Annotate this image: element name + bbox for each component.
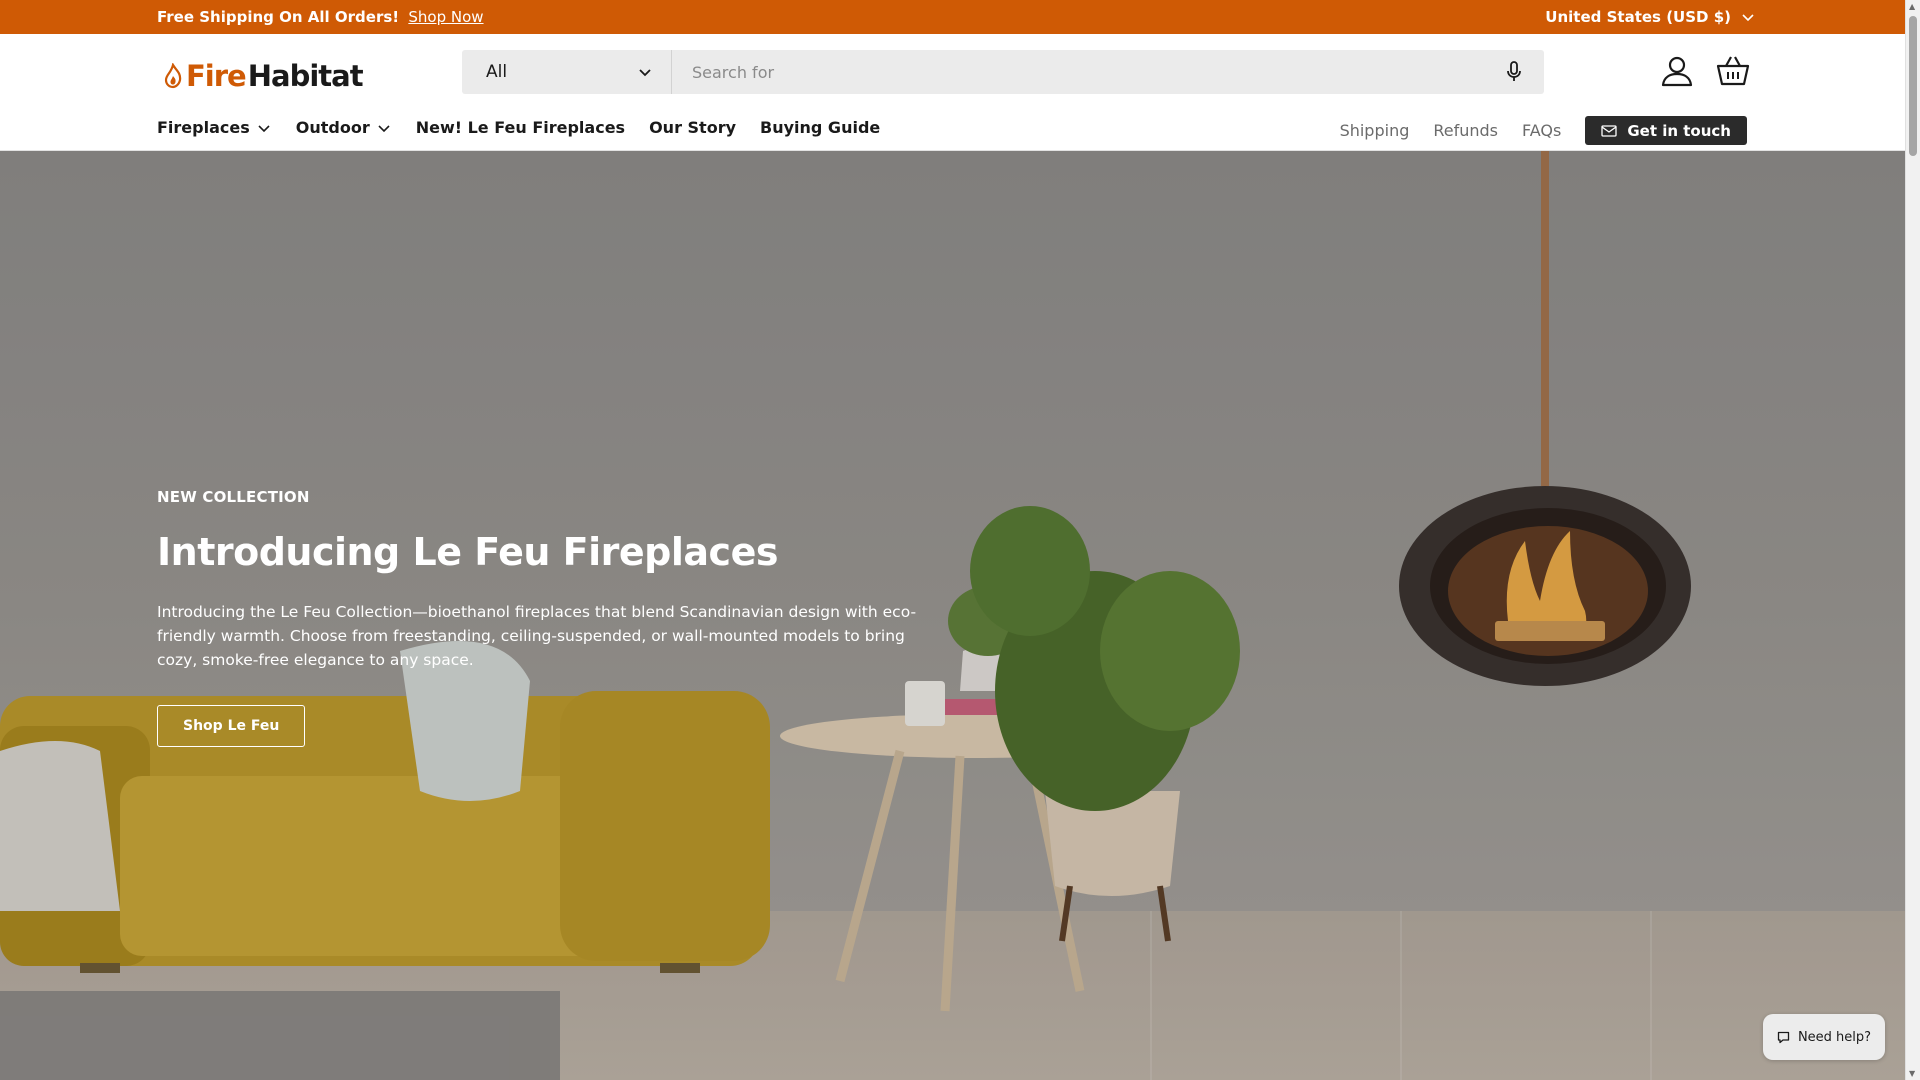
nav-item-label: Fireplaces: [157, 118, 250, 137]
get-in-touch-label: Get in touch: [1627, 121, 1731, 140]
nav-item-fireplaces[interactable]: Fireplaces: [157, 118, 272, 137]
site-logo[interactable]: Fire Habitat: [162, 56, 364, 96]
microphone-icon: [1507, 61, 1521, 81]
refunds-link[interactable]: Refunds: [1433, 121, 1498, 140]
country-selector[interactable]: United States (USD $): [1545, 8, 1755, 26]
shipping-link[interactable]: Shipping: [1340, 121, 1410, 140]
secondary-nav: Shipping Refunds FAQs Get in touch: [1340, 116, 1747, 145]
announcement-message: Free Shipping On All Orders! Shop Now: [157, 8, 484, 26]
site-header: FireHabitat All Fire: [0, 34, 1905, 151]
scroll-down-arrow-icon[interactable]: ▼: [1909, 1069, 1915, 1078]
chat-bubble-icon: [1777, 1031, 1790, 1043]
chevron-down-icon: [639, 69, 651, 77]
search-bar: All: [462, 50, 1544, 94]
announcement-text: Free Shipping On All Orders!: [157, 8, 400, 26]
search-input[interactable]: [672, 50, 1484, 94]
nav-item-le-feu[interactable]: New! Le Feu Fireplaces: [416, 118, 625, 137]
hero-description: Introducing the Le Feu Collection—bioeth…: [157, 603, 917, 669]
country-label: United States (USD $): [1545, 8, 1731, 26]
nav-item-label: Outdoor: [295, 118, 370, 137]
nav-item-buying-guide[interactable]: Buying Guide: [760, 118, 880, 137]
hero-title: Introducing Le Feu Fireplaces: [157, 530, 778, 574]
nav-item-our-story[interactable]: Our Story: [649, 118, 736, 137]
nav-item-label: Our Story: [649, 118, 737, 137]
hero-content: NEW COLLECTION Introducing Le Feu Firepl…: [157, 488, 957, 747]
scroll-up-arrow-icon[interactable]: ▲: [1909, 2, 1915, 11]
hero-banner: NEW COLLECTION Introducing Le Feu Firepl…: [0, 151, 1905, 1080]
shop-le-feu-button[interactable]: Shop Le Feu: [157, 705, 306, 747]
logo-habitat-text: Habitat: [247, 59, 364, 93]
search-category-select[interactable]: All: [462, 50, 672, 94]
header-actions: [1660, 54, 1750, 88]
announcement-bar: Free Shipping On All Orders! Shop Now Un…: [0, 0, 1905, 34]
flame-icon: [164, 63, 182, 89]
account-icon[interactable]: [1660, 54, 1694, 88]
page-scrollbar[interactable]: ▲ ▼: [1905, 0, 1920, 1080]
nav-item-label: New! Le Feu Fireplaces: [415, 118, 626, 137]
nav-item-label: Buying Guide: [760, 118, 881, 137]
logo-fire-text: Fire: [186, 59, 247, 93]
main-nav: Fireplaces Outdoor New! Le Feu Fireplace…: [157, 118, 880, 137]
voice-search-button[interactable]: [1484, 61, 1544, 83]
nav-item-outdoor[interactable]: Outdoor: [296, 118, 392, 137]
need-help-chat-button[interactable]: Need help?: [1763, 1014, 1885, 1060]
need-help-label: Need help?: [1797, 1029, 1872, 1045]
basket-icon[interactable]: [1716, 54, 1750, 88]
chevron-down-icon: [378, 124, 390, 132]
chevron-down-icon: [1742, 14, 1754, 22]
faqs-link[interactable]: FAQs: [1522, 121, 1561, 140]
get-in-touch-button[interactable]: Get in touch: [1585, 116, 1747, 145]
shop-now-link[interactable]: Shop Now: [408, 8, 483, 26]
scrollbar-thumb[interactable]: [1909, 16, 1917, 156]
envelope-icon: [1601, 124, 1617, 137]
chevron-down-icon: [258, 124, 270, 132]
search-category-value: All: [486, 62, 508, 82]
hero-eyebrow: NEW COLLECTION: [157, 488, 310, 506]
